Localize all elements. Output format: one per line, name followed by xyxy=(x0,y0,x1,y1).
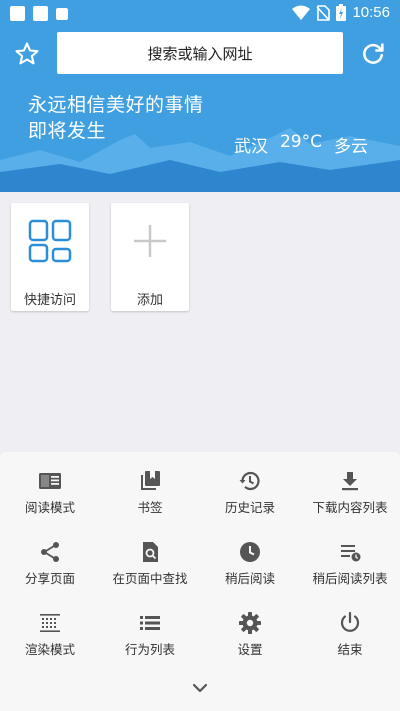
share-icon xyxy=(41,542,59,562)
slogan-line-1: 永远相信美好的事情 xyxy=(28,94,204,116)
reader-mode-icon xyxy=(39,473,61,489)
menu-item-label: 结束 xyxy=(337,642,363,657)
plus-icon xyxy=(134,225,166,257)
read-later-list-icon xyxy=(341,545,361,562)
menu-item-render-mode[interactable]: 渲染模式 xyxy=(0,597,100,659)
notification-icon xyxy=(56,8,68,20)
menu-item-exit[interactable]: 结束 xyxy=(300,597,400,659)
power-icon xyxy=(340,611,360,632)
chevron-down-icon xyxy=(192,683,208,693)
menu-item-label: 历史记录 xyxy=(224,500,275,515)
menu-item-label: 下载内容列表 xyxy=(312,500,388,515)
menu-item-label: 渲染模式 xyxy=(24,642,75,657)
search-placeholder: 搜索或输入网址 xyxy=(147,44,253,63)
slogan: 永远相信美好的事情 即将发生 xyxy=(28,92,204,144)
clock-time: 10:56 xyxy=(352,4,390,21)
render-mode-icon xyxy=(40,614,60,632)
download-icon xyxy=(342,472,358,491)
tile-quick-access[interactable]: 快捷访问 xyxy=(11,203,89,311)
bookmarks-icon xyxy=(141,471,160,490)
refresh-button[interactable] xyxy=(359,40,387,68)
menu-item-label: 稍后阅读列表 xyxy=(312,571,388,586)
search-input[interactable]: 搜索或输入网址 xyxy=(57,32,343,74)
weather-condition: 多云 xyxy=(334,137,368,157)
status-bar: 10:56 xyxy=(0,0,400,28)
menu-item-read-later-list[interactable]: 稍后阅读列表 xyxy=(300,526,400,588)
weather-city: 武汉 xyxy=(233,137,268,157)
history-icon xyxy=(239,471,260,491)
battery-charging-icon xyxy=(336,4,347,21)
tile-label: 添加 xyxy=(136,293,163,308)
menu-item-read-later[interactable]: 稍后阅读 xyxy=(200,526,300,588)
menu-item-reader-mode[interactable]: 阅读模式 xyxy=(0,455,100,517)
menu-item-share[interactable]: 分享页面 xyxy=(0,526,100,588)
notification-icon xyxy=(33,6,48,21)
bookmark-star-button[interactable] xyxy=(13,40,41,68)
tile-add[interactable]: 添加 xyxy=(111,203,189,311)
find-in-page-icon xyxy=(143,542,158,562)
weather-temperature: 29°C xyxy=(279,132,322,152)
slogan-line-2: 即将发生 xyxy=(28,120,107,142)
refresh-icon xyxy=(363,43,384,64)
no-sim-icon xyxy=(316,4,331,21)
grid-icon xyxy=(28,219,72,263)
menu-item-label: 稍后阅读 xyxy=(224,571,275,586)
weather-info: 武汉 29°C 多云 xyxy=(234,132,368,157)
top-bar: 搜索或输入网址 xyxy=(0,32,400,76)
menu-item-history[interactable]: 历史记录 xyxy=(200,455,300,517)
menu-item-downloads[interactable]: 下载内容列表 xyxy=(300,455,400,517)
hero-header: 10:56 搜索或输入网址 永远相信美好的事情 即将发生 武汉 29°C 多云 xyxy=(0,0,400,192)
menu-item-action-list[interactable]: 行为列表 xyxy=(100,597,200,659)
wifi-icon xyxy=(292,5,311,20)
star-icon xyxy=(15,42,39,65)
clock-icon xyxy=(240,542,260,562)
menu-item-label: 分享页面 xyxy=(24,571,75,586)
collapse-menu-button[interactable] xyxy=(188,676,212,700)
menu-item-label: 书签 xyxy=(137,500,163,515)
menu-item-label: 设置 xyxy=(237,642,263,657)
menu-item-label: 在页面中查找 xyxy=(112,571,188,586)
menu-item-label: 阅读模式 xyxy=(24,500,75,515)
menu-item-bookmarks[interactable]: 书签 xyxy=(100,455,200,517)
menu-item-settings[interactable]: 设置 xyxy=(200,597,300,659)
tile-label: 快捷访问 xyxy=(23,293,76,308)
menu-item-find-in-page[interactable]: 在页面中查找 xyxy=(100,526,200,588)
menu-item-label: 行为列表 xyxy=(124,642,175,657)
gear-icon xyxy=(239,612,261,634)
list-icon xyxy=(140,616,160,630)
gallery-notification-icon xyxy=(10,6,25,21)
